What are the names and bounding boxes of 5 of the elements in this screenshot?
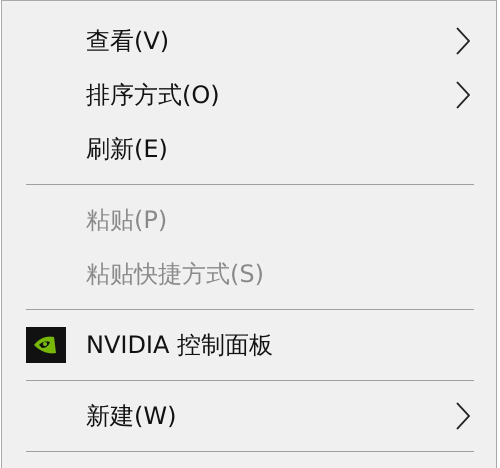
menu-item[interactable]: 新建(W) bbox=[2, 389, 496, 443]
menu-item[interactable]: 排序方式(O) bbox=[2, 68, 496, 122]
menu-item[interactable]: 刷新(E) bbox=[2, 122, 496, 176]
menu-item[interactable]: NVIDIA 控制面板 bbox=[2, 318, 496, 372]
menu-item[interactable]: 查看(V) bbox=[2, 14, 496, 68]
